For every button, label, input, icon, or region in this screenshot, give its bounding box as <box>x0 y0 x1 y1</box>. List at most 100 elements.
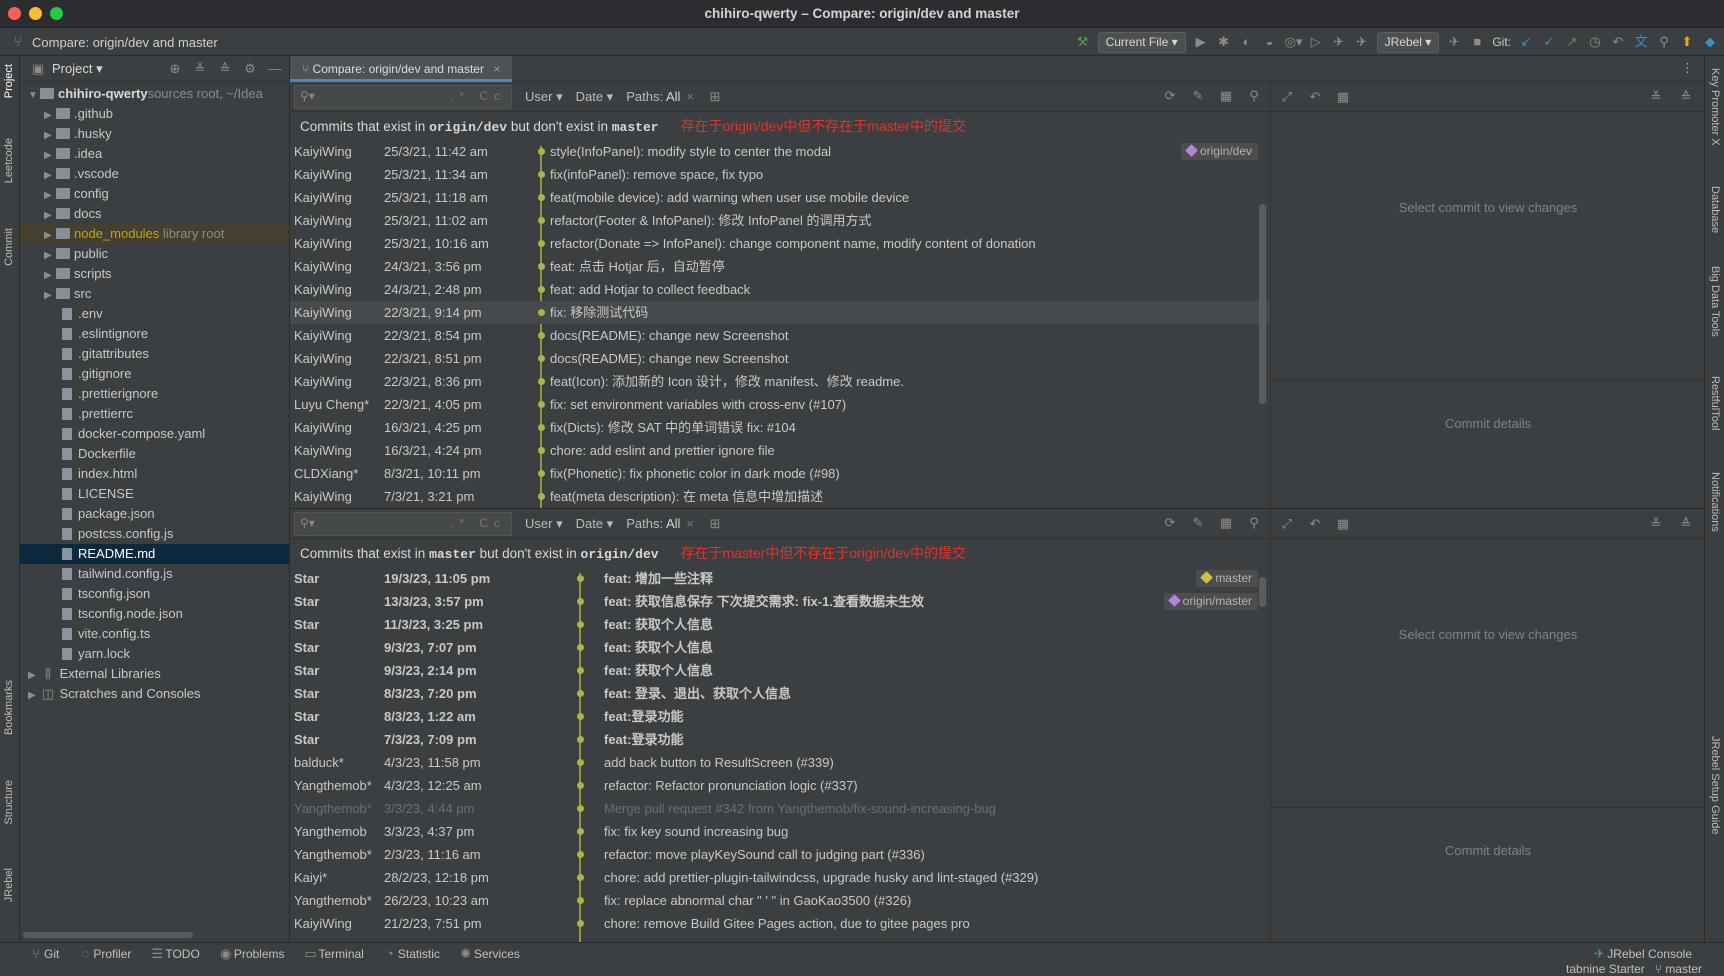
search-icon[interactable]: ⚲ <box>1246 515 1262 531</box>
commit-row[interactable]: Star 9/3/23, 2:14 pm feat: 获取个人信息 <box>290 659 1270 682</box>
regex-case-icon[interactable]: .* Cc <box>450 89 506 103</box>
commit-row[interactable]: Star 7/3/23, 7:09 pm feat:登录功能 <box>290 728 1270 751</box>
chevron-right-icon[interactable]: ▶ <box>44 186 56 206</box>
chevron-right-icon[interactable]: ▶ <box>44 286 56 306</box>
refresh-icon[interactable]: ⟳ <box>1162 515 1178 531</box>
commit-row[interactable]: KaiyiWing 21/2/23, 7:51 pm chore: remove B… <box>290 912 1270 935</box>
chevron-right-icon[interactable]: ▶ <box>44 166 56 186</box>
git-update-icon[interactable]: ↙ <box>1518 34 1534 50</box>
commit-row[interactable]: Yangthemob* 2/3/23, 11:16 am refactor: mov… <box>290 843 1270 866</box>
chevron-right-icon[interactable]: ▶ <box>28 686 40 706</box>
tree-root[interactable]: ▼ chihiro-qwertysources root, ~/Idea <box>20 84 289 104</box>
refresh-icon[interactable]: ⟳ <box>1162 88 1178 104</box>
tool-jrebel-console[interactable]: ✈ JRebel Console <box>1591 946 1724 962</box>
tool-structure[interactable]: Structure <box>3 780 15 825</box>
tree-item[interactable]: ▶ config <box>20 184 289 204</box>
chevron-right-icon[interactable]: ▶ <box>44 226 56 246</box>
cherry-pick-icon[interactable]: ✎ <box>1190 88 1206 104</box>
pane-divider[interactable] <box>1271 807 1705 808</box>
top-date-filter[interactable]: Date ▾ <box>576 89 614 105</box>
jrebel-debug-icon[interactable]: ✈ <box>1331 34 1347 50</box>
commit-row[interactable]: KaiyiWing 7/3/21, 3:21 pm feat(meta descri… <box>290 485 1270 508</box>
top-commit-scrollbar[interactable] <box>1259 204 1266 404</box>
tab-compare[interactable]: ⑂ Compare: origin/dev and master × <box>290 56 513 82</box>
search-icon[interactable]: ⚲ <box>1246 88 1262 104</box>
top-paths-filter[interactable]: Paths: All × <box>626 89 694 104</box>
update-icon[interactable]: ⬆ <box>1679 34 1695 50</box>
tool-restful[interactable]: RestfulTool <box>1709 376 1721 430</box>
commit-row[interactable]: Star 11/3/23, 3:25 pm feat: 获取个人信息 <box>290 613 1270 636</box>
tree-item[interactable]: yarn.lock <box>20 644 289 664</box>
commit-row[interactable]: Yangthemob* 4/3/23, 12:25 am refactor: Ref… <box>290 774 1270 797</box>
commit-row[interactable]: KaiyiWing 22/3/21, 8:51 pm docs(README): c… <box>290 347 1270 370</box>
jrebel-select[interactable]: JRebel ▾ <box>1376 31 1440 53</box>
branch-tag[interactable]: origin/master <box>1163 593 1258 610</box>
tool-statistic[interactable]: ◔ Statistic <box>382 946 440 962</box>
close-tab-icon[interactable]: × <box>493 62 500 76</box>
tree-item[interactable]: ▶ node_modules library root <box>20 224 289 244</box>
tree-item[interactable]: docker-compose.yaml <box>20 424 289 444</box>
tool-profiler[interactable]: ◌ Profiler <box>77 946 131 962</box>
maximize-window-button[interactable] <box>50 7 63 20</box>
tree-item[interactable]: Dockerfile <box>20 444 289 464</box>
tree-item[interactable]: vite.config.ts <box>20 624 289 644</box>
revert-icon[interactable]: ↶ <box>1307 89 1323 105</box>
project-view-select[interactable]: Project ▾ <box>52 61 103 77</box>
tree-item[interactable]: ▶ docs <box>20 204 289 224</box>
project-hscrollbar[interactable] <box>23 932 193 938</box>
run-config-select[interactable]: Current File ▾ <box>1097 31 1186 53</box>
tree-item[interactable]: .prettierrc <box>20 404 289 424</box>
clear-filter-icon[interactable]: × <box>686 89 694 104</box>
chevron-right-icon[interactable]: ▶ <box>44 126 56 146</box>
tree-external[interactable]: ▶ ⫼ External Libraries <box>20 664 289 684</box>
tool-bookmarks[interactable]: Bookmarks <box>3 680 15 735</box>
pane-divider[interactable] <box>1271 380 1705 381</box>
commit-row[interactable]: Star 9/3/23, 7:07 pm feat: 获取个人信息 <box>290 636 1270 659</box>
tree-item[interactable]: ▶ .github <box>20 104 289 124</box>
commit-row[interactable]: KaiyiWing 25/3/21, 11:18 am feat(mobile de… <box>290 186 1270 209</box>
tool-notifications[interactable]: Notifications <box>1709 472 1721 532</box>
commit-row[interactable]: KaiyiWing 25/3/21, 11:02 am refactor(Foote… <box>290 209 1270 232</box>
tree-item[interactable]: index.html <box>20 464 289 484</box>
git-rollback-icon[interactable]: ↶ <box>1610 34 1626 50</box>
git-history-icon[interactable]: ◷ <box>1587 34 1603 50</box>
coverage-icon[interactable]: ◐ <box>1239 34 1255 50</box>
tree-item[interactable]: README.md <box>20 544 289 564</box>
commit-row[interactable]: KaiyiWing 22/3/21, 9:14 pm fix: 移除测试代码 <box>290 301 1270 324</box>
jrebel-attach-icon[interactable]: ✈ <box>1354 34 1370 50</box>
tree-item[interactable]: ▶ src <box>20 284 289 304</box>
cherry-pick-icon[interactable]: ✎ <box>1190 515 1206 531</box>
commit-row[interactable]: KaiyiWing 22/3/21, 8:36 pm feat(Icon): 添加新… <box>290 370 1270 393</box>
tool-services[interactable]: ✺ Services <box>458 946 519 962</box>
pin-icon[interactable]: ⤢ <box>1279 516 1295 532</box>
tree-item[interactable]: LICENSE <box>20 484 289 504</box>
commit-row[interactable]: KaiyiWing 22/3/21, 8:54 pm docs(README): c… <box>290 324 1270 347</box>
tool-commit[interactable]: Commit <box>3 228 15 266</box>
top-search-input[interactable]: ⚲▾ .* Cc <box>294 84 512 109</box>
regex-case-icon[interactable]: .* Cc <box>450 516 506 530</box>
profile-icon[interactable]: ◒ <box>1262 34 1278 50</box>
collapse-icon[interactable]: ≙ <box>1678 516 1694 532</box>
bottom-commit-scrollbar[interactable] <box>1259 577 1266 607</box>
run-icon[interactable]: ▶ <box>1193 34 1209 50</box>
tool-terminal[interactable]: ▭ Terminal <box>303 946 364 962</box>
expand-all-icon[interactable]: ≚ <box>192 61 208 77</box>
tool-big-data[interactable]: Big Data Tools <box>1709 266 1721 337</box>
plugin-icon[interactable]: ◆ <box>1702 34 1718 50</box>
commit-row[interactable]: KaiyiWing 25/3/21, 11:34 am fix(infoPanel)… <box>290 163 1270 186</box>
bottom-paths-filter[interactable]: Paths: All × <box>626 516 694 531</box>
expand-icon[interactable]: ≚ <box>1648 516 1664 532</box>
tree-scratches[interactable]: ▶ ◫ Scratches and Consoles <box>20 684 289 704</box>
chevron-right-icon[interactable]: ▶ <box>44 206 56 226</box>
commit-row[interactable]: Star 8/3/23, 1:22 am feat:登录功能 <box>290 705 1270 728</box>
tool-jrebel-guide[interactable]: JRebel Setup Guide <box>1709 736 1721 834</box>
tool-git[interactable]: ⑂ Git <box>28 946 59 962</box>
tool-jrebel[interactable]: JRebel <box>3 868 15 902</box>
hide-icon[interactable]: — <box>267 61 283 77</box>
commit-row[interactable]: KaiyiWing 24/3/21, 2:48 pm feat: add Hotja… <box>290 278 1270 301</box>
tree-item[interactable]: tsconfig.node.json <box>20 604 289 624</box>
tool-project[interactable]: Project <box>3 64 15 98</box>
jrebel-update-icon[interactable]: ✈ <box>1446 34 1462 50</box>
commit-row[interactable]: Yangthemob* 26/2/23, 10:23 am fix: replace… <box>290 889 1270 912</box>
chevron-right-icon[interactable]: ▶ <box>44 246 56 266</box>
